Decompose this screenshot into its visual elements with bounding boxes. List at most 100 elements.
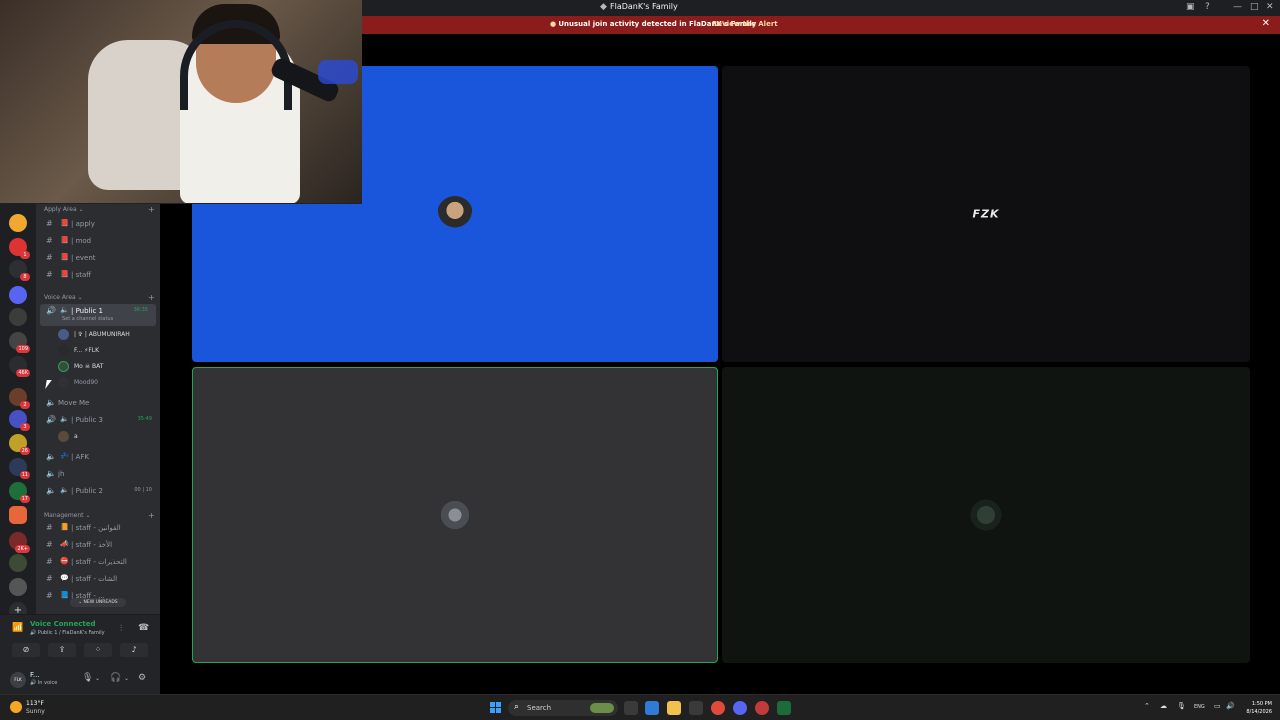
channel-item[interactable]: # ⛔ | staff - التحذيرات — [36, 555, 160, 569]
channel-item[interactable]: # 📕 | event — [36, 251, 160, 265]
category-voice-area[interactable]: Voice Area ⌄ + — [44, 293, 155, 302]
server-icon[interactable] — [9, 578, 27, 596]
unread-badge: 3 — [20, 423, 30, 431]
soundboard-button[interactable]: ♪ — [120, 643, 148, 657]
task-view-icon[interactable] — [624, 701, 638, 715]
tray-app-icon[interactable]: ☁ — [1160, 702, 1167, 710]
sun-icon[interactable] — [10, 701, 22, 713]
chevron-up-icon[interactable]: ⌃ — [1144, 702, 1150, 710]
close-icon[interactable]: ✕ — [1262, 18, 1270, 29]
server-icon[interactable]: 3 — [9, 410, 30, 431]
volume-icon[interactable]: 🔊 — [1226, 702, 1235, 710]
file-explorer-icon[interactable] — [667, 701, 681, 715]
weather-temp[interactable]: 113°F — [26, 700, 44, 707]
server-icon[interactable]: 11 — [9, 458, 30, 479]
xbox-icon[interactable] — [777, 701, 791, 715]
voice-channel-jh[interactable]: 🔈 jh — [36, 467, 160, 481]
server-icon[interactable] — [9, 506, 27, 524]
unread-badge: 11 — [19, 471, 30, 479]
username[interactable]: F... — [30, 671, 40, 679]
voice-channel-afk[interactable]: 🔈 💤 | AFK — [36, 450, 160, 464]
video-tile-4[interactable] — [722, 367, 1250, 663]
server-icon[interactable] — [9, 214, 27, 232]
language-indicator[interactable]: ENG — [1194, 704, 1205, 710]
unread-badge: 2K+ — [15, 545, 30, 553]
hash-icon: # — [46, 591, 53, 600]
weather-condition: Sunny — [26, 708, 45, 715]
server-icon[interactable]: 2 — [9, 388, 30, 409]
app-icon[interactable] — [755, 701, 769, 715]
close-icon[interactable]: ✕ — [1266, 2, 1274, 12]
speaker-icon: 🔈 — [46, 469, 56, 478]
user-limit: 00 | 10 — [134, 487, 152, 493]
start-button[interactable] — [490, 702, 502, 714]
headphones-icon[interactable]: 🎧 — [110, 673, 121, 683]
voice-emoji-icon: 🔈 — [60, 306, 69, 314]
channel-item[interactable]: # 📕 | mod — [36, 234, 160, 248]
help-icon[interactable]: ? — [1205, 2, 1210, 12]
clock[interactable]: 1:50 PM 8/14/2026 — [1240, 700, 1272, 716]
channel-emoji-icon: 📕 — [60, 219, 69, 227]
voice-channel-public-3[interactable]: 🔊 🔈 | Public 3 35:49 — [36, 413, 160, 427]
voice-connection-panel: 📶 Voice Connected 🔊 Public 1 / FlaDanK's… — [0, 614, 160, 666]
voice-channel-public-2[interactable]: 🔈 🔈 | Public 2 00 | 10 — [36, 484, 160, 498]
server-icon[interactable] — [9, 554, 27, 572]
camera-off-button[interactable]: ⊘ — [12, 643, 40, 657]
microphone-icon[interactable]: 🎙 — [1177, 702, 1186, 710]
avatar — [58, 377, 69, 388]
voice-emoji-icon: 🔈 — [60, 486, 69, 494]
chevron-down-icon[interactable]: ⌄ — [124, 675, 129, 682]
server-icon[interactable] — [9, 308, 27, 326]
hash-icon: # — [46, 523, 53, 532]
category-apply-area[interactable]: Apply Area ⌄ + — [44, 205, 155, 214]
voice-channel-move-me[interactable]: 🔈 Move Me — [36, 396, 160, 410]
add-channel-icon[interactable]: + — [148, 293, 155, 302]
review-alert-link[interactable]: Review the Alert — [712, 20, 778, 28]
video-tile-2[interactable]: FZK — [722, 66, 1250, 362]
microphone-icon[interactable]: 🎙 — [82, 673, 93, 683]
video-tile-3[interactable] — [192, 367, 718, 663]
server-icon[interactable]: 17 — [9, 482, 30, 503]
store-icon[interactable] — [689, 701, 703, 715]
server-icon[interactable]: 26 — [9, 434, 30, 455]
disconnect-icon[interactable]: ☎ — [138, 623, 149, 633]
minimize-icon[interactable]: — — [1233, 2, 1242, 12]
inbox-icon[interactable]: ▣ — [1186, 2, 1195, 12]
channel-item[interactable]: # 📙 | staff - القوانين — [36, 521, 160, 535]
avatar[interactable]: FLK — [10, 672, 26, 688]
hash-icon: # — [46, 557, 53, 566]
signal-icon[interactable]: 📶 — [12, 623, 23, 633]
server-icon[interactable]: 2K+ — [9, 532, 30, 553]
server-icon[interactable]: 8 — [9, 260, 30, 281]
maximize-icon[interactable]: □ — [1250, 2, 1259, 12]
server-icon[interactable] — [9, 286, 27, 304]
noise-suppression-icon[interactable]: ⫶ — [120, 624, 122, 634]
server-icon[interactable]: 46K — [9, 356, 30, 377]
channel-item[interactable]: # 📣 | staff - الأخذ — [36, 538, 160, 552]
taskbar-search[interactable]: ⌕ Search — [508, 700, 618, 716]
channel-item[interactable]: # 📕 | apply — [36, 217, 160, 231]
chevron-down-icon[interactable]: ⌄ — [95, 675, 100, 682]
screen-share-button[interactable]: ⇪ — [48, 643, 76, 657]
server-icon[interactable]: 109 — [9, 332, 30, 353]
speaker-icon: 🔊 — [46, 306, 56, 315]
copilot-icon[interactable] — [645, 701, 659, 715]
channel-item[interactable]: # 📕 | staff — [36, 268, 160, 282]
category-management[interactable]: Management ⌄ + — [44, 511, 155, 520]
chrome-icon[interactable] — [711, 701, 725, 715]
voice-channel-public-1[interactable]: 🔊 🔈 | Public 1 36:35 Set a channel status — [40, 304, 156, 326]
new-unreads-pill[interactable]: ⌄ NEW UNREADS — [70, 598, 126, 607]
discord-icon[interactable] — [733, 701, 747, 715]
voice-location[interactable]: 🔊 Public 1 / FlaDanK's Family — [30, 630, 105, 636]
avatar — [58, 345, 69, 356]
add-channel-icon[interactable]: + — [148, 511, 155, 520]
channel-status[interactable]: Set a channel status — [62, 316, 113, 322]
participant-avatar — [968, 497, 1004, 533]
gear-icon[interactable]: ⚙ — [138, 673, 146, 683]
server-icon[interactable]: 1 — [9, 238, 30, 259]
display-icon[interactable]: ▭ — [1214, 702, 1221, 710]
hash-icon: # — [46, 236, 53, 245]
channel-item[interactable]: # 💬 | staff - الشات — [36, 572, 160, 586]
activities-button[interactable]: ⁘ — [84, 643, 112, 657]
add-channel-icon[interactable]: + — [148, 205, 155, 214]
